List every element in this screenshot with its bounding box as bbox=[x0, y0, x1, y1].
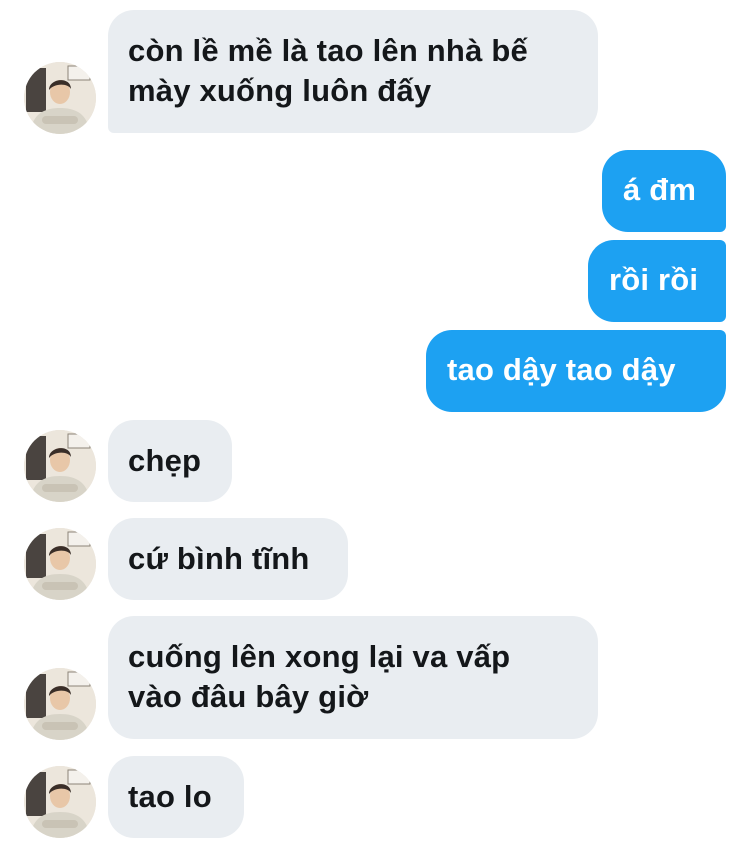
outgoing-message-bubble[interactable]: á đm bbox=[602, 150, 726, 232]
contact-avatar[interactable] bbox=[24, 528, 96, 600]
contact-avatar[interactable] bbox=[24, 430, 96, 502]
avatar-photo-icon bbox=[24, 528, 96, 600]
incoming-message-bubble[interactable]: chẹp bbox=[108, 420, 232, 502]
outgoing-message-bubble[interactable]: tao dậy tao dậy bbox=[426, 330, 726, 412]
contact-avatar[interactable] bbox=[24, 766, 96, 838]
avatar-photo-icon bbox=[24, 766, 96, 838]
incoming-message-bubble[interactable]: tao lo bbox=[108, 756, 244, 838]
outgoing-message-bubble[interactable]: rồi rồi bbox=[588, 240, 726, 322]
incoming-message-bubble[interactable]: cứ bình tĩnh bbox=[108, 518, 348, 600]
contact-avatar[interactable] bbox=[24, 668, 96, 740]
avatar-photo-icon bbox=[24, 62, 96, 134]
incoming-message-bubble[interactable]: cuống lên xong lại va vấp vào đâu bây gi… bbox=[108, 616, 598, 739]
avatar-photo-icon bbox=[24, 668, 96, 740]
contact-avatar[interactable] bbox=[24, 62, 96, 134]
avatar-photo-icon bbox=[24, 430, 96, 502]
incoming-message-bubble[interactable]: còn lề mề là tao lên nhà bế mày xuống lu… bbox=[108, 10, 598, 133]
